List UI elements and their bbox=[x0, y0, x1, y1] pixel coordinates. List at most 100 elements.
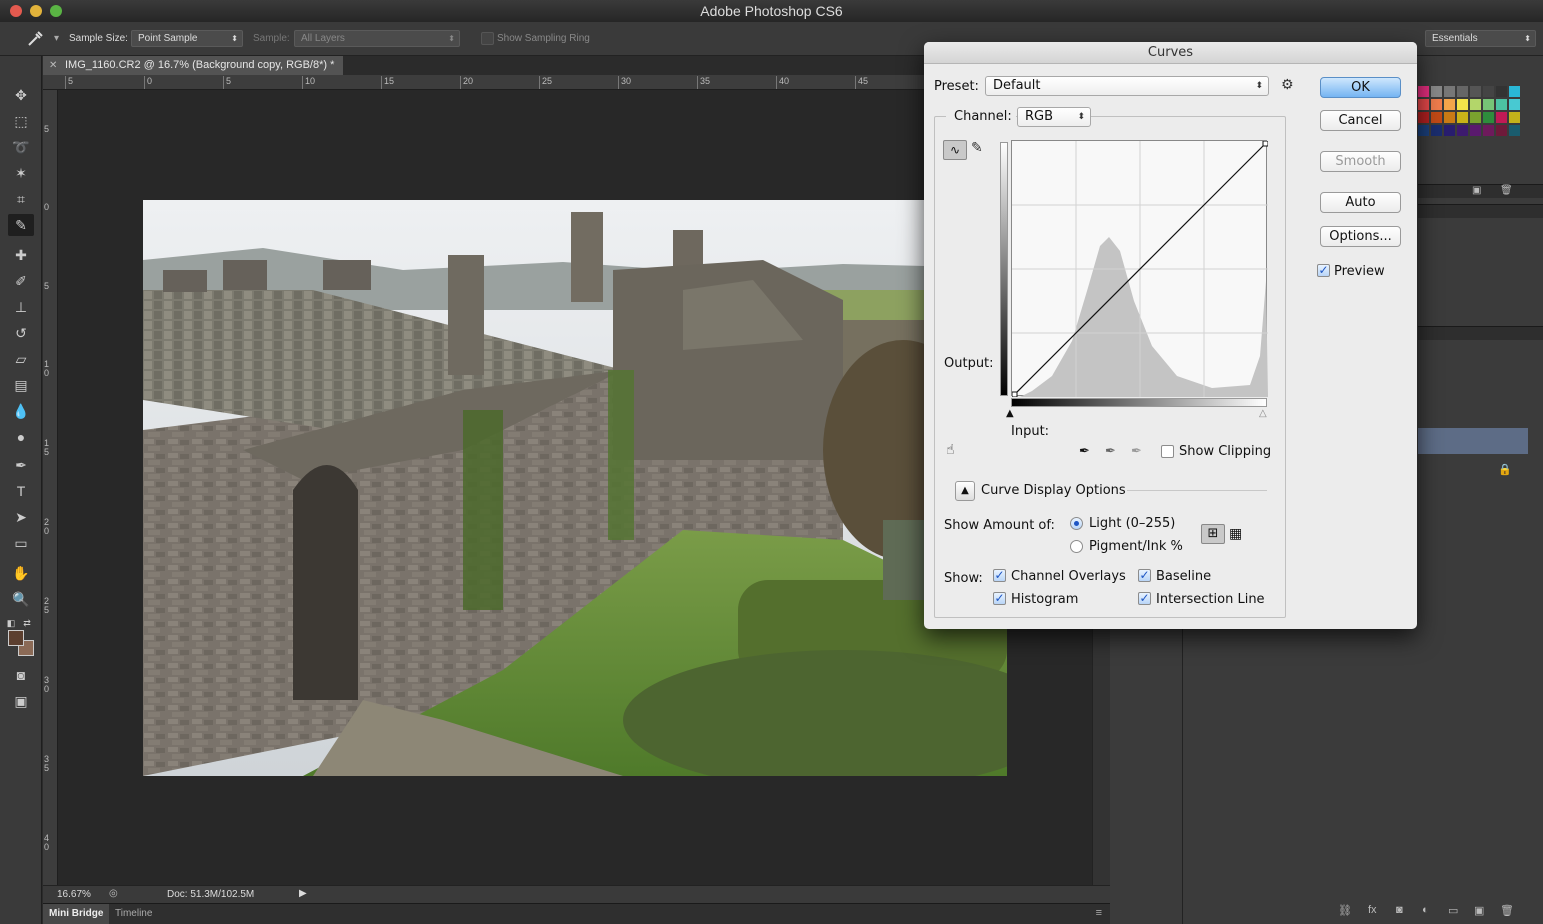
show-sampling-ring-checkbox[interactable] bbox=[481, 32, 494, 45]
dodge-tool-icon[interactable]: ● bbox=[8, 426, 34, 448]
layer-style-icon[interactable]: fx bbox=[1368, 904, 1377, 916]
magic-wand-tool-icon[interactable]: ✶ bbox=[8, 162, 34, 184]
toolbox: ✥ ⬚ ➰ ✶ ⌗ ✎ ✚ ✐ ⊥ ↺ ▱ ▤ 💧 ● ✒ T ➤ ▭ ✋ 🔍 … bbox=[0, 56, 42, 924]
adjustment-layer-icon[interactable]: ◐ bbox=[1422, 904, 1429, 916]
baseline-checkbox[interactable]: ✓ bbox=[1138, 569, 1151, 582]
move-tool-icon[interactable]: ✥ bbox=[8, 84, 34, 106]
tab-timeline[interactable]: Timeline bbox=[109, 904, 158, 924]
black-point-eyedropper-icon[interactable]: ✒ bbox=[1079, 444, 1090, 459]
workspace-select[interactable]: Essentials ⬍ bbox=[1425, 30, 1536, 47]
screen-mode-icon[interactable]: ▣ bbox=[8, 690, 34, 712]
selected-layer-row[interactable] bbox=[1418, 428, 1528, 454]
light-radio[interactable] bbox=[1070, 517, 1083, 530]
preset-options-gear-icon[interactable]: ⚙ bbox=[1281, 77, 1294, 93]
sample-size-label: Sample Size: bbox=[69, 33, 128, 44]
document-tab[interactable]: ✕ IMG_1160.CR2 @ 16.7% (Background copy,… bbox=[43, 56, 343, 75]
delete-swatch-icon[interactable]: 🗑 bbox=[1500, 185, 1513, 196]
new-group-icon[interactable]: ▭ bbox=[1448, 904, 1458, 917]
input-gradient-bar bbox=[1011, 398, 1267, 407]
link-layers-icon[interactable]: ⛓ bbox=[1338, 904, 1352, 917]
preset-select[interactable]: Default ⬍ bbox=[985, 76, 1269, 96]
show-amount-label: Show Amount of: bbox=[944, 518, 1055, 533]
lasso-tool-icon[interactable]: ➰ bbox=[8, 136, 34, 158]
channel-select[interactable]: RGB ⬍ bbox=[1017, 107, 1091, 127]
white-point-eyedropper-icon[interactable]: ✒ bbox=[1131, 444, 1142, 459]
ruler-tick-label: 40 bbox=[776, 76, 789, 89]
new-swatch-icon[interactable]: ▣ bbox=[1472, 185, 1481, 196]
pigment-option-label: Pigment/Ink % bbox=[1089, 539, 1183, 554]
crop-tool-icon[interactable]: ⌗ bbox=[8, 188, 34, 210]
panel-menu-icon[interactable]: ≡ bbox=[1096, 907, 1102, 919]
type-tool-icon[interactable]: T bbox=[8, 480, 34, 502]
pen-tool-icon[interactable]: ✒ bbox=[8, 454, 34, 476]
delete-layer-icon[interactable]: 🗑 bbox=[1500, 904, 1514, 917]
status-options-icon[interactable]: ◎ bbox=[109, 888, 118, 899]
detailed-grid-icon[interactable]: ▦ bbox=[1229, 524, 1242, 544]
marquee-tool-icon[interactable]: ⬚ bbox=[8, 110, 34, 132]
preset-picker-arrow-icon[interactable]: ▾ bbox=[54, 33, 59, 44]
new-layer-icon[interactable]: ▣ bbox=[1474, 904, 1484, 917]
white-point-slider-icon[interactable]: △ bbox=[1259, 408, 1267, 419]
select-arrows-icon: ⬍ bbox=[1077, 112, 1085, 122]
targeted-adjustment-hand-icon[interactable]: ☝ bbox=[946, 442, 955, 458]
ruler-tick-label: 5 bbox=[223, 76, 231, 89]
baseline-label: Baseline bbox=[1156, 569, 1212, 584]
gray-point-eyedropper-icon[interactable]: ✒ bbox=[1105, 444, 1116, 459]
show-clipping-checkbox[interactable] bbox=[1161, 445, 1174, 458]
ruler-tick-label: 30 bbox=[618, 76, 631, 89]
black-point-slider-icon[interactable]: ▲ bbox=[1006, 408, 1014, 419]
show-label: Show: bbox=[944, 571, 983, 586]
curves-graph[interactable] bbox=[1011, 140, 1269, 398]
ruler-tick-label: 4 0 bbox=[44, 833, 50, 852]
foreground-color-swatch[interactable] bbox=[8, 630, 24, 646]
ruler-tick-label: 5 bbox=[44, 124, 50, 134]
sample-size-select[interactable]: Point Sample ⬍ bbox=[131, 30, 243, 47]
sample-layers-select[interactable]: All Layers ⬍ bbox=[294, 30, 460, 47]
zoom-tool-icon[interactable]: 🔍 bbox=[8, 588, 34, 610]
close-document-icon[interactable]: ✕ bbox=[49, 56, 57, 75]
curve-point-tool-icon[interactable]: ∿ bbox=[943, 140, 967, 160]
eraser-tool-icon[interactable]: ▱ bbox=[8, 348, 34, 370]
sample-size-value: Point Sample bbox=[138, 33, 198, 44]
window-titlebar: Adobe Photoshop CS6 bbox=[0, 0, 1543, 22]
ruler-tick-label: 5 bbox=[65, 76, 73, 89]
channel-overlays-checkbox[interactable]: ✓ bbox=[993, 569, 1006, 582]
gradient-tool-icon[interactable]: ▤ bbox=[8, 374, 34, 396]
rectangle-tool-icon[interactable]: ▭ bbox=[8, 532, 34, 554]
zoom-window-button[interactable] bbox=[50, 5, 62, 17]
intersection-line-checkbox[interactable]: ✓ bbox=[1138, 592, 1151, 605]
brush-tool-icon[interactable]: ✐ bbox=[8, 270, 34, 292]
healing-brush-tool-icon[interactable]: ✚ bbox=[8, 244, 34, 266]
ruler-tick-label: 5 bbox=[44, 281, 50, 291]
histogram-label: Histogram bbox=[1011, 592, 1079, 607]
ok-button[interactable]: OK bbox=[1320, 77, 1401, 98]
minimize-window-button[interactable] bbox=[30, 5, 42, 17]
histogram-checkbox[interactable]: ✓ bbox=[993, 592, 1006, 605]
pigment-radio[interactable] bbox=[1070, 540, 1083, 553]
simple-grid-icon[interactable]: ⊞ bbox=[1201, 524, 1225, 544]
smooth-button[interactable]: Smooth bbox=[1320, 151, 1401, 172]
document-tab-title: IMG_1160.CR2 @ 16.7% (Background copy, R… bbox=[65, 59, 335, 71]
auto-button[interactable]: Auto bbox=[1320, 192, 1401, 213]
bottom-panel-tabs: Mini Bridge Timeline ≡ bbox=[43, 903, 1110, 924]
history-brush-tool-icon[interactable]: ↺ bbox=[8, 322, 34, 344]
tab-mini-bridge[interactable]: Mini Bridge bbox=[43, 904, 110, 924]
preview-checkbox[interactable]: ✓ bbox=[1317, 264, 1330, 277]
eyedropper-tool-icon[interactable]: ✎ bbox=[8, 214, 34, 236]
ruler-tick-label: 15 bbox=[381, 76, 394, 89]
status-menu-arrow-icon[interactable]: ▶ bbox=[299, 888, 307, 899]
close-window-button[interactable] bbox=[10, 5, 22, 17]
quick-mask-icon[interactable]: ◙ bbox=[8, 664, 34, 686]
pencil-draw-tool-icon[interactable]: ✎ bbox=[971, 140, 983, 156]
path-selection-tool-icon[interactable]: ➤ bbox=[8, 506, 34, 528]
options-button[interactable]: Options... bbox=[1320, 226, 1401, 247]
disclosure-toggle-button[interactable]: ▲ bbox=[955, 481, 975, 501]
cancel-button[interactable]: Cancel bbox=[1320, 110, 1401, 131]
clone-stamp-tool-icon[interactable]: ⊥ bbox=[8, 296, 34, 318]
zoom-level[interactable]: 16.67% bbox=[57, 889, 91, 900]
document-image[interactable] bbox=[143, 200, 1007, 776]
eyedropper-preset-icon[interactable] bbox=[24, 28, 46, 50]
hand-tool-icon[interactable]: ✋ bbox=[8, 562, 34, 584]
layer-mask-icon[interactable]: ◙ bbox=[1396, 904, 1403, 916]
blur-tool-icon[interactable]: 💧 bbox=[8, 400, 34, 422]
